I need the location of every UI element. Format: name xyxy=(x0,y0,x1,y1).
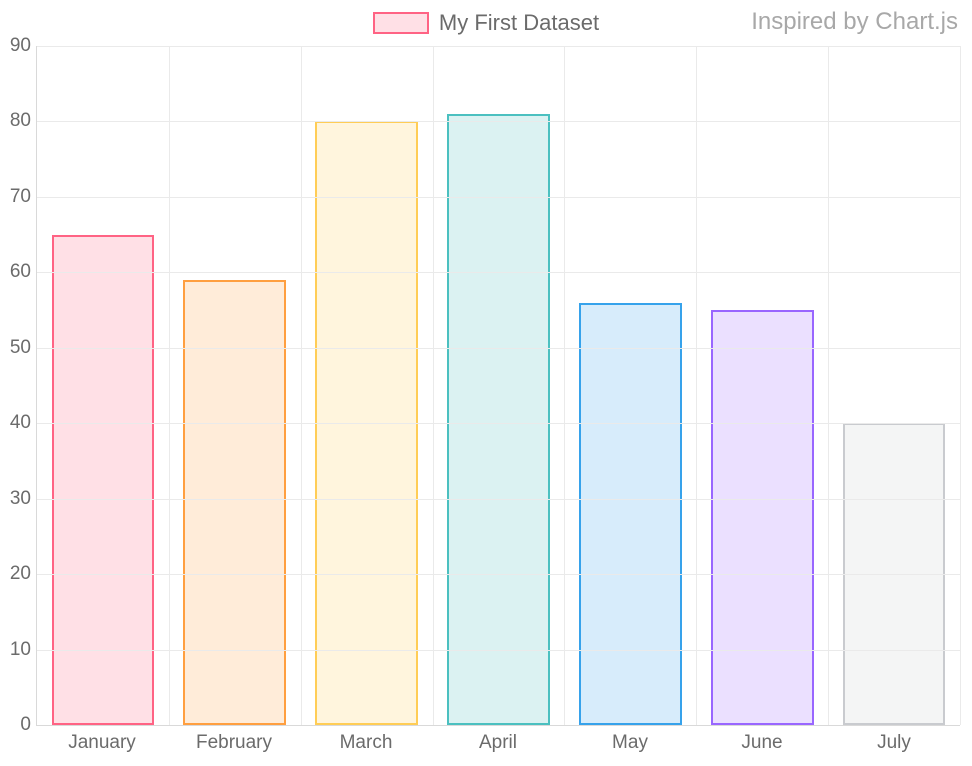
plot-area: 0102030405060708090 xyxy=(36,46,960,726)
x-tick-label: February xyxy=(196,732,272,754)
y-tick-label: 60 xyxy=(1,261,31,283)
grid-line xyxy=(37,46,960,47)
legend-label: My First Dataset xyxy=(439,10,599,36)
x-tick-label: January xyxy=(68,732,136,754)
grid-v-sep xyxy=(828,46,829,725)
y-tick-label: 90 xyxy=(1,35,31,57)
grid-line xyxy=(37,272,960,273)
grid-v-sep xyxy=(696,46,697,725)
bar-february[interactable] xyxy=(183,280,286,725)
grid-v-sep xyxy=(960,46,961,725)
grid-v-sep xyxy=(301,46,302,725)
y-tick-label: 10 xyxy=(1,639,31,661)
legend[interactable]: My First Dataset xyxy=(373,10,599,36)
legend-swatch xyxy=(373,12,429,34)
y-tick-label: 70 xyxy=(1,186,31,208)
y-tick-label: 0 xyxy=(1,714,31,736)
x-tick-label: May xyxy=(612,732,648,754)
grid-line xyxy=(37,121,960,122)
bar-june[interactable] xyxy=(711,310,814,725)
bar-april[interactable] xyxy=(447,114,550,725)
chart-container: My First Dataset Inspired by Chart.js 01… xyxy=(0,0,972,766)
x-axis: January February March April May June July xyxy=(36,726,960,766)
y-tick-label: 20 xyxy=(1,563,31,585)
credit-text: Inspired by Chart.js xyxy=(751,8,958,36)
grid-v-sep xyxy=(169,46,170,725)
grid-v-sep xyxy=(433,46,434,725)
y-tick-label: 40 xyxy=(1,412,31,434)
x-tick-label: June xyxy=(741,732,782,754)
bars-layer xyxy=(37,46,960,725)
y-tick-label: 50 xyxy=(1,337,31,359)
grid-line xyxy=(37,650,960,651)
y-tick-label: 80 xyxy=(1,110,31,132)
grid-v-sep xyxy=(564,46,565,725)
bar-may[interactable] xyxy=(579,303,682,725)
x-tick-label: July xyxy=(877,732,911,754)
grid-line xyxy=(37,197,960,198)
grid-line xyxy=(37,499,960,500)
x-tick-label: March xyxy=(340,732,393,754)
chart-header: My First Dataset Inspired by Chart.js xyxy=(0,0,972,46)
y-tick-label: 30 xyxy=(1,488,31,510)
grid-line xyxy=(37,574,960,575)
grid-line xyxy=(37,423,960,424)
bar-january[interactable] xyxy=(52,235,155,725)
grid-line xyxy=(37,348,960,349)
x-tick-label: April xyxy=(479,732,517,754)
